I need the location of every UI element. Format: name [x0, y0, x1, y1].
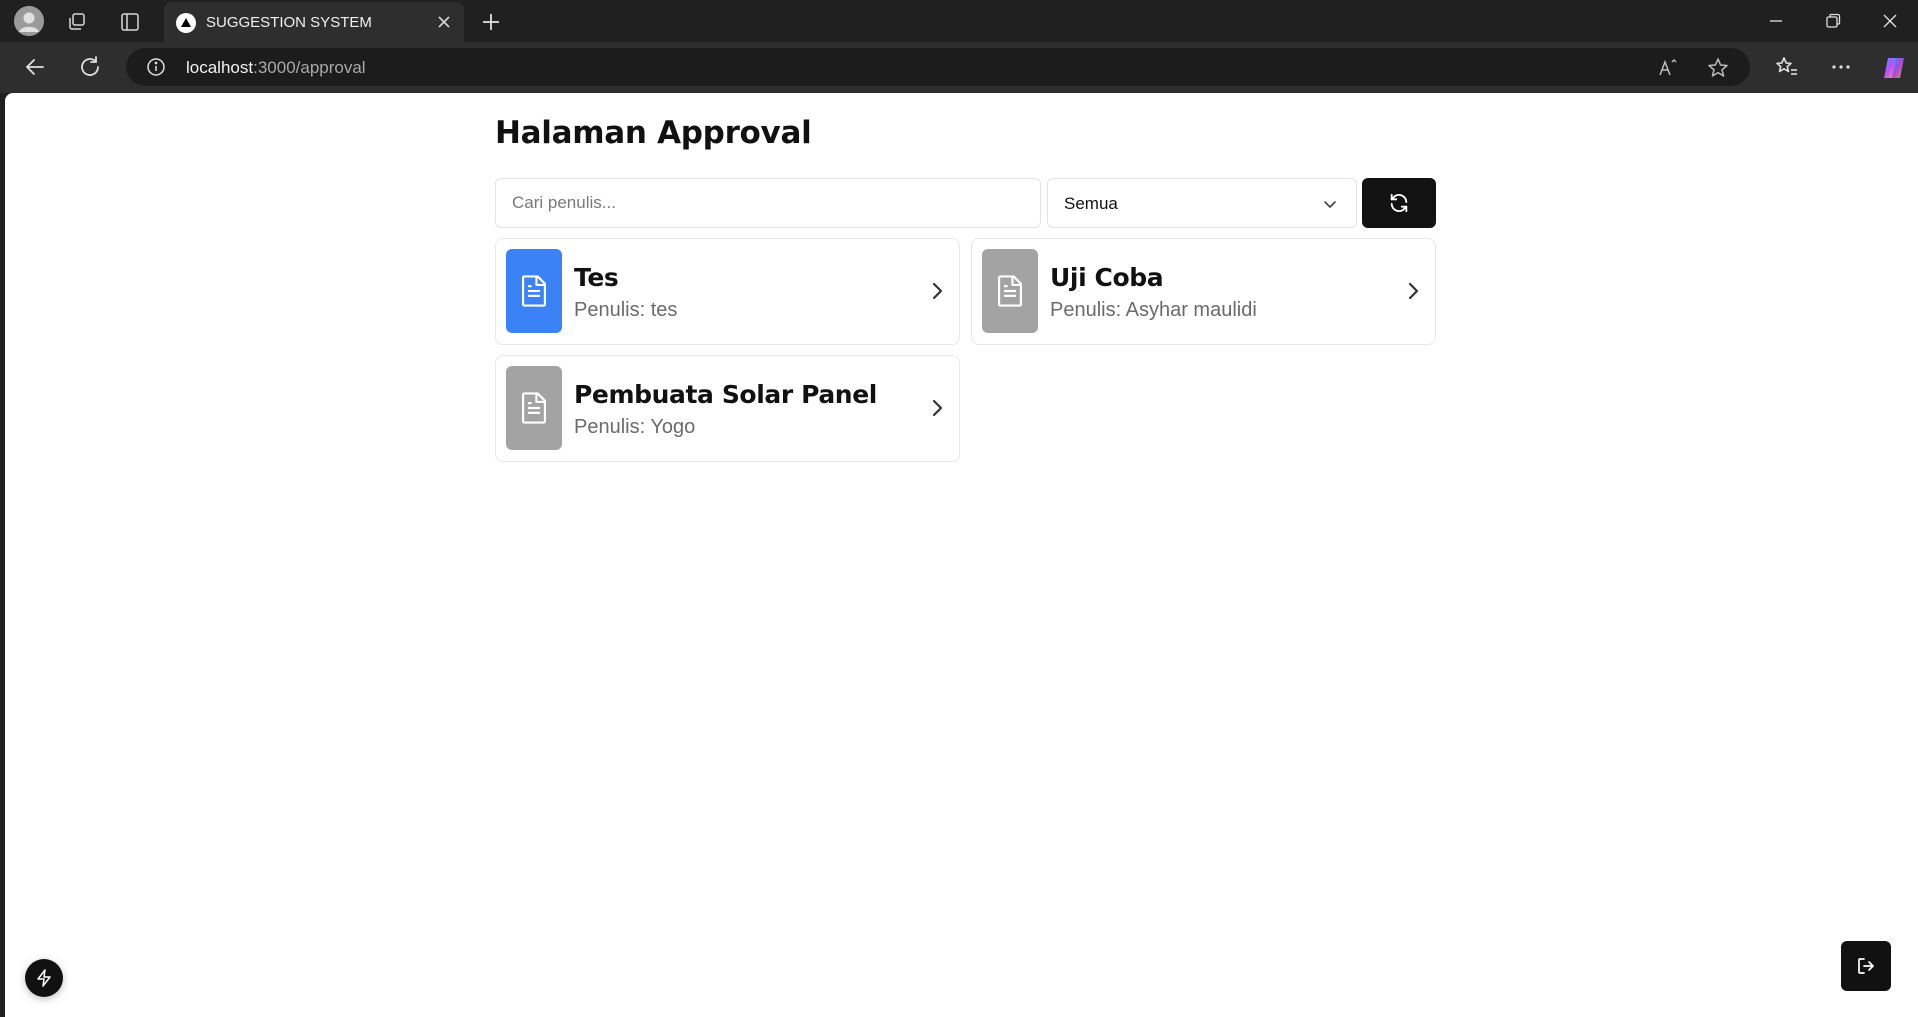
browser-toolbar: localhost:3000/approval [0, 42, 1918, 93]
card-author: Penulis: Asyhar maulidi [1050, 299, 1257, 321]
url-host: localhost [186, 58, 254, 77]
page-viewport: Halaman Approval Semua [5, 93, 1918, 1017]
document-icon [521, 275, 547, 307]
chevron-right-icon [1403, 281, 1423, 301]
card-author: Penulis: Yogo [574, 416, 696, 438]
tab-actions-icon[interactable] [117, 9, 143, 35]
search-author-input[interactable] [495, 178, 1041, 228]
profile-avatar-icon[interactable] [14, 6, 44, 36]
chevron-down-icon [1322, 196, 1338, 212]
favorite-star-icon[interactable] [1707, 57, 1729, 79]
document-tile [506, 249, 562, 333]
logout-button[interactable] [1841, 941, 1891, 991]
browser-titlebar: SUGGESTION SYSTEM [0, 0, 1918, 42]
suggestion-card[interactable]: Uji Coba Penulis: Asyhar maulidi [971, 238, 1436, 345]
url-path: :3000/approval [253, 58, 366, 77]
filter-selected-value: Semua [1064, 194, 1118, 213]
refresh-button[interactable] [1362, 178, 1436, 228]
url-text: localhost:3000/approval [186, 58, 366, 78]
dev-tools-button[interactable] [25, 959, 63, 997]
restore-icon[interactable] [1822, 10, 1844, 32]
lightning-icon [37, 969, 51, 987]
document-tile [982, 249, 1038, 333]
logout-icon [1858, 958, 1874, 974]
suggestion-card[interactable]: Tes Penulis: tes [495, 238, 960, 345]
back-icon[interactable] [22, 54, 48, 80]
chevron-right-icon [927, 281, 947, 301]
suggestion-card[interactable]: Pembuata Solar Panel Penulis: Yogo [495, 355, 960, 462]
reload-icon[interactable] [77, 54, 103, 80]
refresh-icon [1390, 193, 1408, 213]
card-title: Tes [574, 263, 619, 292]
card-author: Penulis: tes [574, 299, 678, 321]
page-title: Halaman Approval [495, 115, 812, 151]
copilot-icon[interactable] [1880, 54, 1906, 80]
document-icon [521, 392, 547, 424]
workspaces-icon[interactable] [64, 9, 90, 35]
more-options-icon[interactable] [1828, 54, 1854, 80]
tab-title: SUGGESTION SYSTEM [206, 14, 372, 31]
address-bar[interactable]: localhost:3000/approval [126, 48, 1750, 86]
document-tile [506, 366, 562, 450]
minimize-icon[interactable] [1765, 10, 1787, 32]
tab-favicon-icon [176, 13, 196, 33]
card-title: Pembuata Solar Panel [574, 380, 877, 409]
active-tab[interactable]: SUGGESTION SYSTEM [164, 2, 464, 42]
tab-close-icon[interactable] [434, 12, 454, 32]
site-info-icon[interactable] [146, 57, 166, 77]
card-title: Uji Coba [1050, 263, 1164, 292]
close-window-icon[interactable] [1879, 10, 1901, 32]
status-filter-select[interactable]: Semua [1047, 178, 1357, 228]
document-icon [997, 275, 1023, 307]
favorites-icon[interactable] [1774, 54, 1800, 80]
new-tab-icon[interactable] [478, 9, 504, 35]
chevron-right-icon [927, 398, 947, 418]
read-aloud-icon[interactable] [1657, 57, 1679, 79]
